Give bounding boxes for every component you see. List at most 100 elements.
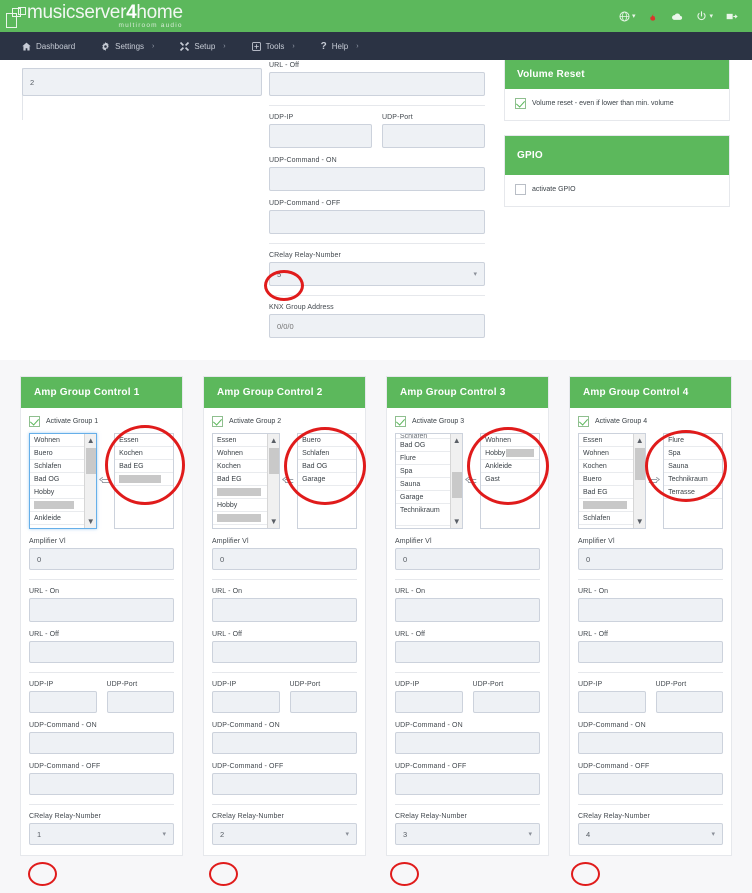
udp-command-off-input[interactable] [269, 210, 485, 234]
amplifier-vol-input[interactable] [578, 548, 723, 570]
activate-group-2-checkbox[interactable] [212, 416, 223, 427]
group-4-selected-list[interactable]: Flure Spa Sauna Technikraum Terrasse [663, 433, 723, 529]
scrollbar-thumb[interactable] [634, 448, 645, 480]
scrollbar-thumb[interactable] [451, 472, 462, 498]
list-item[interactable]: Kochen [115, 447, 173, 460]
scroll-down-icon[interactable]: ▼ [451, 515, 462, 528]
transfer-arrow-icon[interactable] [97, 433, 114, 529]
group-1-selected-list[interactable]: Essen Kochen Bad EG [114, 433, 174, 529]
udp-command-off-input[interactable] [29, 773, 174, 795]
scroll-up-icon[interactable]: ▲ [451, 434, 462, 447]
list-item[interactable]: Bad EG [115, 460, 173, 473]
url-off-input[interactable] [578, 641, 723, 663]
scroll-down-icon[interactable]: ▼ [634, 515, 645, 528]
udp-port-input[interactable] [106, 691, 174, 713]
activate-group-1-row[interactable]: Activate Group 1 [29, 416, 174, 427]
crelay-select[interactable]: 3 ▾ [395, 823, 540, 845]
group-4-available-list[interactable]: Essen Wohnen Kochen Buero Bad EG Schlafe… [578, 433, 646, 529]
udp-command-on-input[interactable] [212, 732, 357, 754]
list-item[interactable]: Essen [115, 434, 173, 447]
scrollbar-thumb[interactable] [85, 448, 96, 474]
activate-gpio-checkbox[interactable] [515, 184, 526, 195]
list-scrollbar[interactable]: ▲ ▼ [632, 434, 645, 528]
nav-item-setup[interactable]: Setup › [180, 41, 226, 51]
udp-port-input[interactable] [655, 691, 723, 713]
list-item[interactable]: Garage [298, 473, 356, 486]
udp-command-off-input[interactable] [395, 773, 540, 795]
list-item[interactable]: Buero [298, 434, 356, 447]
transfer-arrow-icon[interactable] [463, 433, 480, 529]
power-icon[interactable]: ▾ [696, 10, 713, 22]
scroll-down-icon[interactable]: ▼ [268, 515, 279, 528]
group-3-available-list[interactable]: Schlafen Bad OG Flure Spa Sauna Garage T… [395, 433, 463, 529]
udp-ip-input[interactable] [269, 124, 372, 148]
power-off-red-icon[interactable] [648, 11, 658, 22]
crelay-select[interactable]: 1 ▾ [29, 823, 174, 845]
url-on-input[interactable] [212, 598, 357, 622]
volume-reset-checkbox-row[interactable]: Volume reset - even if lower than min. v… [515, 98, 719, 109]
udp-port-input[interactable] [382, 124, 485, 148]
activate-group-1-checkbox[interactable] [29, 416, 40, 427]
scroll-up-icon[interactable]: ▲ [268, 434, 279, 447]
url-off-input[interactable] [212, 641, 357, 663]
url-off-input[interactable] [29, 641, 174, 663]
udp-ip-input[interactable] [212, 691, 280, 713]
udp-ip-input[interactable] [395, 691, 463, 713]
group-3-selected-list[interactable]: Wohnen Hobby Ankleide Gast [480, 433, 540, 529]
activate-group-4-row[interactable]: Activate Group 4 [578, 416, 723, 427]
amplifier-vol-input[interactable] [212, 548, 357, 570]
list-item[interactable]: Terrasse [664, 486, 722, 499]
list-scrollbar[interactable]: ▲ ▼ [449, 434, 462, 528]
activate-group-2-row[interactable]: Activate Group 2 [212, 416, 357, 427]
list-item[interactable]: Wohnen [481, 434, 539, 447]
url-on-input[interactable] [395, 598, 540, 622]
list-item[interactable]: Ankleide [481, 460, 539, 473]
url-off-input[interactable] [269, 72, 485, 96]
upper-left-input[interactable] [22, 68, 262, 96]
scrollbar-thumb[interactable] [268, 448, 279, 474]
crelay-select[interactable]: 4 ▾ [578, 823, 723, 845]
globe-icon[interactable]: ▾ [619, 10, 635, 22]
group-2-selected-list[interactable]: Buero Schlafen Bad OG Garage [297, 433, 357, 529]
url-on-input[interactable] [578, 598, 723, 622]
list-item-redacted[interactable] [115, 473, 173, 486]
nav-item-dashboard[interactable]: Dashboard [22, 42, 75, 51]
udp-command-on-input[interactable] [29, 732, 174, 754]
scroll-down-icon[interactable]: ▼ [85, 515, 96, 528]
brand-logo[interactable]: musicserver4home multiroom audio [6, 3, 183, 30]
udp-ip-input[interactable] [578, 691, 646, 713]
nav-item-settings[interactable]: Settings › [101, 41, 154, 51]
transfer-arrow-icon[interactable] [646, 433, 663, 529]
activate-group-3-checkbox[interactable] [395, 416, 406, 427]
list-scrollbar[interactable]: ▲ ▼ [83, 434, 96, 528]
crelay-select[interactable]: 5 ▾ [269, 262, 485, 286]
logout-icon[interactable] [726, 11, 738, 22]
list-item[interactable]: Bad OG [298, 460, 356, 473]
udp-command-on-input[interactable] [578, 732, 723, 754]
list-item-partial-redacted[interactable]: Hobby [481, 447, 539, 460]
activate-group-3-row[interactable]: Activate Group 3 [395, 416, 540, 427]
list-scrollbar[interactable]: ▲ ▼ [266, 434, 279, 528]
url-off-input[interactable] [395, 641, 540, 663]
list-item[interactable]: Technikraum [664, 473, 722, 486]
udp-command-off-input[interactable] [212, 773, 357, 795]
udp-port-input[interactable] [472, 691, 540, 713]
udp-command-on-input[interactable] [395, 732, 540, 754]
list-item[interactable]: Sauna [664, 460, 722, 473]
udp-ip-input[interactable] [29, 691, 97, 713]
nav-item-tools[interactable]: Tools › [251, 42, 295, 51]
list-item[interactable]: Flure [664, 434, 722, 447]
knx-group-address-input[interactable] [269, 314, 485, 338]
crelay-select[interactable]: 2 ▾ [212, 823, 357, 845]
udp-command-off-input[interactable] [578, 773, 723, 795]
volume-reset-checkbox[interactable] [515, 98, 526, 109]
nav-item-help[interactable]: ? Help › [321, 41, 359, 52]
url-on-input[interactable] [29, 598, 174, 622]
transfer-arrow-icon[interactable] [280, 433, 297, 529]
list-item[interactable]: Spa [664, 447, 722, 460]
udp-port-input[interactable] [289, 691, 357, 713]
cloud-icon[interactable] [671, 11, 683, 22]
amplifier-vol-input[interactable] [29, 548, 174, 570]
group-2-available-list[interactable]: Essen Wohnen Kochen Bad EG Hobby Ankleid… [212, 433, 280, 529]
scroll-up-icon[interactable]: ▲ [85, 434, 96, 447]
